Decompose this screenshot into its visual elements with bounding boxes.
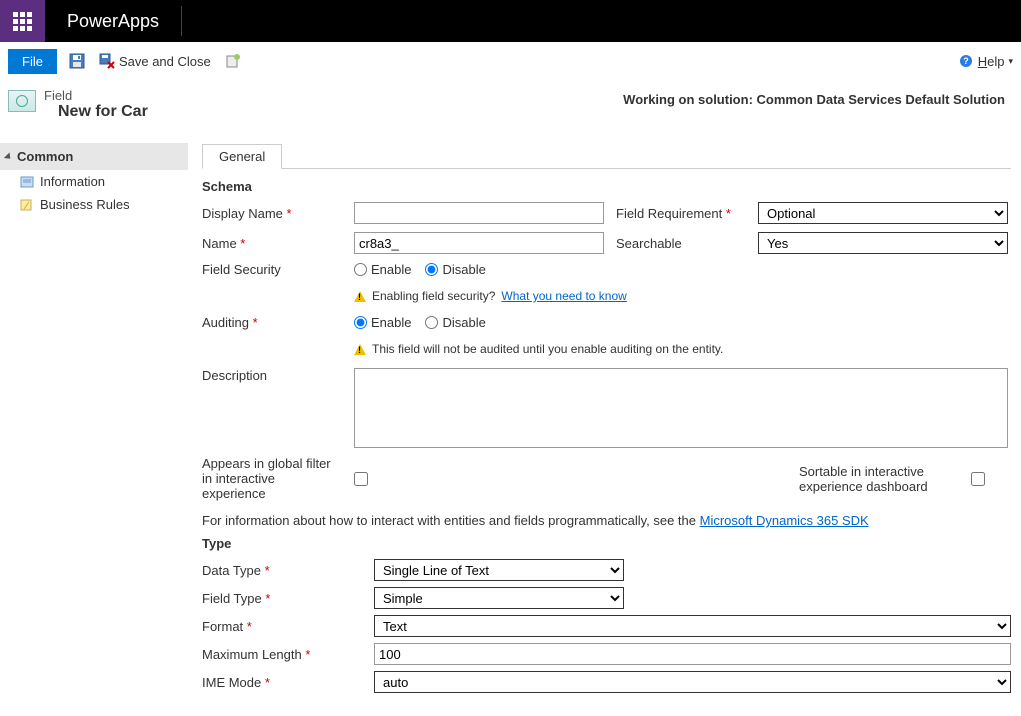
- global-filter-label: Appears in global filter in interactive …: [202, 456, 342, 501]
- field-requirement-select[interactable]: Optional: [758, 202, 1008, 224]
- description-textarea[interactable]: [354, 368, 1008, 448]
- section-type-title: Type: [202, 536, 1011, 551]
- save-icon: [69, 53, 85, 69]
- section-schema-title: Schema: [202, 179, 1011, 194]
- searchable-select[interactable]: Yes: [758, 232, 1008, 254]
- tab-general[interactable]: General: [202, 144, 282, 169]
- field-security-warning-link[interactable]: What you need to know: [501, 289, 626, 303]
- command-bar: File Save and Close ? Help ▾: [0, 42, 1021, 80]
- help-link[interactable]: ? Help ▾: [958, 53, 1013, 69]
- save-close-icon: [99, 53, 115, 69]
- sortable-dashboard-checkbox[interactable]: [971, 472, 985, 486]
- chevron-down-icon: [4, 152, 13, 161]
- format-label: Format *: [202, 619, 362, 634]
- page-supertitle: Field: [44, 88, 158, 103]
- field-security-label: Field Security: [202, 262, 342, 277]
- maximum-length-label: Maximum Length *: [202, 647, 362, 662]
- help-icon: ?: [958, 53, 974, 69]
- display-name-label: Display Name *: [202, 206, 342, 221]
- sdk-info-text: For information about how to interact wi…: [202, 513, 1011, 528]
- publish-button[interactable]: [225, 53, 241, 69]
- form-icon: [20, 175, 34, 189]
- entity-icon: [8, 90, 36, 112]
- separator: [181, 6, 182, 36]
- sidebar-item-information[interactable]: Information: [0, 170, 188, 193]
- sortable-dashboard-label: Sortable in interactive experience dashb…: [799, 464, 959, 494]
- rules-icon: [20, 198, 34, 212]
- format-select[interactable]: Text: [374, 615, 1011, 637]
- field-security-enable-radio[interactable]: Enable: [354, 262, 411, 277]
- data-type-label: Data Type *: [202, 563, 362, 578]
- data-type-select[interactable]: Single Line of Text: [374, 559, 624, 581]
- file-button[interactable]: File: [8, 49, 57, 74]
- auditing-enable-radio[interactable]: Enable: [354, 315, 411, 330]
- name-input[interactable]: [354, 232, 604, 254]
- warning-icon: [354, 344, 366, 355]
- main-panel: General Schema Display Name * Field Requ…: [188, 143, 1021, 707]
- save-button[interactable]: [69, 53, 85, 69]
- field-type-select[interactable]: Simple: [374, 587, 624, 609]
- display-name-input[interactable]: [354, 202, 604, 224]
- tab-strip: General: [202, 143, 1011, 169]
- save-close-label: Save and Close: [119, 54, 211, 69]
- sidebar-section-common[interactable]: Common: [0, 143, 188, 170]
- ime-mode-label: IME Mode *: [202, 675, 362, 690]
- name-label: Name *: [202, 236, 342, 251]
- description-label: Description: [202, 368, 342, 383]
- publish-icon: [225, 53, 241, 69]
- auditing-warning-text: This field will not be audited until you…: [372, 342, 723, 356]
- sidebar-item-label: Business Rules: [40, 197, 130, 212]
- auditing-disable-radio[interactable]: Disable: [425, 315, 485, 330]
- warning-icon: [354, 291, 366, 302]
- sdk-link[interactable]: Microsoft Dynamics 365 SDK: [700, 513, 869, 528]
- waffle-icon: [13, 12, 32, 31]
- page-header: Field New for Car Working on solution: C…: [0, 80, 1021, 143]
- maximum-length-input[interactable]: [374, 643, 1011, 665]
- save-and-close-button[interactable]: Save and Close: [99, 53, 211, 69]
- app-title: PowerApps: [45, 11, 159, 32]
- global-filter-checkbox[interactable]: [354, 472, 368, 486]
- svg-text:?: ?: [963, 56, 969, 66]
- field-security-disable-radio[interactable]: Disable: [425, 262, 485, 277]
- field-security-warning-text: Enabling field security?: [372, 289, 495, 303]
- page-title: New for Car: [44, 103, 158, 135]
- auditing-label: Auditing *: [202, 315, 342, 330]
- sidebar-item-business-rules[interactable]: Business Rules: [0, 193, 188, 216]
- working-on-label: Working on solution: Common Data Service…: [623, 92, 1005, 107]
- searchable-label: Searchable: [616, 236, 746, 251]
- app-launcher-button[interactable]: [0, 0, 45, 42]
- sidebar-item-label: Information: [40, 174, 105, 189]
- field-type-label: Field Type *: [202, 591, 362, 606]
- ime-mode-select[interactable]: auto: [374, 671, 1011, 693]
- top-bar: PowerApps: [0, 0, 1021, 42]
- sidebar-head-label: Common: [17, 149, 73, 164]
- sidebar: Common Information Business Rules: [0, 143, 188, 707]
- chevron-down-icon: ▾: [1008, 56, 1013, 67]
- field-requirement-label: Field Requirement *: [616, 206, 746, 221]
